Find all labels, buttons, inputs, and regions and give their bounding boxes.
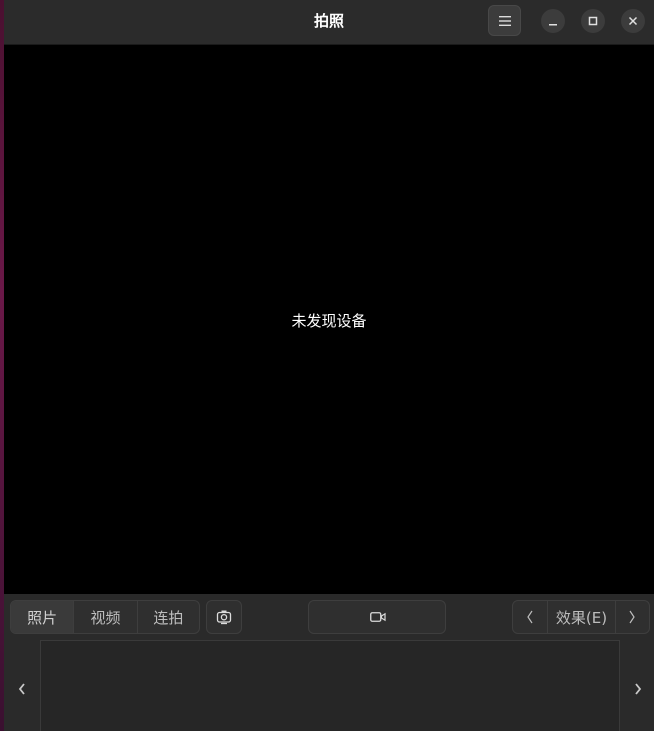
mode-selector: 照片 视频 连拍 bbox=[10, 600, 200, 634]
minimize-icon bbox=[549, 24, 557, 26]
no-device-message: 未发现设备 bbox=[291, 312, 367, 330]
effects-label[interactable]: 效果(E) bbox=[547, 601, 614, 633]
chevron-left-icon bbox=[527, 610, 533, 624]
mode-photo-button[interactable]: 照片 bbox=[11, 601, 74, 633]
camera-switch-icon bbox=[216, 610, 232, 625]
chevron-right-icon bbox=[629, 610, 635, 624]
effects-next-button[interactable] bbox=[614, 601, 650, 633]
bottom-panel: 照片 视频 连拍 效果(E) bbox=[4, 594, 654, 731]
video-camera-icon bbox=[370, 612, 386, 622]
hamburger-icon bbox=[499, 16, 511, 26]
effects-selector: 效果(E) bbox=[512, 600, 650, 634]
mode-video-button[interactable]: 视频 bbox=[73, 601, 136, 633]
gallery-prev-arrow[interactable] bbox=[17, 682, 27, 696]
maximize-icon bbox=[588, 16, 598, 26]
main-menu-button[interactable] bbox=[488, 5, 521, 36]
mode-burst-button[interactable]: 连拍 bbox=[136, 601, 199, 633]
camera-viewport: 未发现设备 bbox=[4, 45, 654, 594]
title-bar[interactable]: 拍照 bbox=[4, 0, 654, 45]
record-button[interactable] bbox=[308, 600, 446, 634]
minimize-button[interactable] bbox=[541, 9, 565, 33]
gallery-next-arrow[interactable] bbox=[633, 682, 643, 696]
close-icon bbox=[628, 16, 638, 26]
app-window: 拍照 未发现设备 照片 视频 连拍 效果(E) bbox=[4, 0, 654, 731]
close-button[interactable] bbox=[621, 9, 645, 33]
effects-prev-button[interactable] bbox=[513, 601, 547, 633]
switch-camera-button[interactable] bbox=[206, 600, 242, 634]
maximize-button[interactable] bbox=[581, 9, 605, 33]
gallery-strip[interactable] bbox=[40, 640, 620, 731]
